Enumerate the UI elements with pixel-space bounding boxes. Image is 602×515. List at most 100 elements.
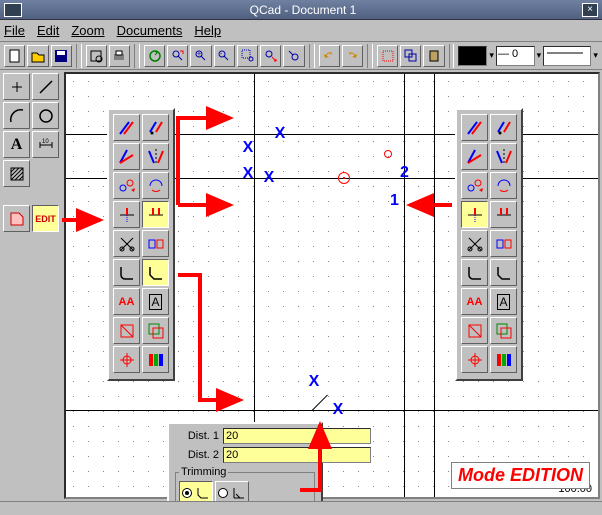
mode-edition-label: Mode EDITION xyxy=(451,462,590,489)
print-button[interactable] xyxy=(109,45,130,67)
edit-delete-button[interactable] xyxy=(113,317,140,344)
zoom-auto-button[interactable] xyxy=(167,45,188,67)
edit-delete-button[interactable] xyxy=(461,317,488,344)
edit-stretch-button[interactable] xyxy=(490,230,517,257)
target-circle-small-icon xyxy=(384,150,392,158)
tool-edit-mode[interactable]: EDIT xyxy=(32,205,59,232)
edit-layer-button[interactable] xyxy=(142,317,169,344)
menu-bar: File Edit Zoom Documents Help xyxy=(0,20,602,42)
edit-cut-button[interactable] xyxy=(113,230,140,257)
edit-rotate-button[interactable] xyxy=(490,114,517,141)
dist2-label: Dist. 2 xyxy=(175,449,219,461)
edit-zero-button[interactable] xyxy=(113,346,140,373)
x-marker: X xyxy=(333,401,344,419)
linetype-arrow-icon[interactable]: ▾ xyxy=(593,50,598,61)
dist1-label: Dist. 1 xyxy=(175,430,219,442)
edit-stretch-button[interactable] xyxy=(142,230,169,257)
edit-scale-button[interactable] xyxy=(113,143,140,170)
tool-line[interactable] xyxy=(32,73,59,100)
edit-round-button[interactable] xyxy=(461,259,488,286)
edit-attributes-button[interactable] xyxy=(142,346,169,373)
zoom-out-button[interactable]: - xyxy=(214,45,235,67)
toolbar-separator xyxy=(367,44,373,68)
clipboard-cut-button[interactable] xyxy=(377,45,398,67)
edit-rotate-button[interactable] xyxy=(142,114,169,141)
app-window: QCad - Document 1 × File Edit Zoom Docum… xyxy=(0,0,602,515)
edit-cut-button[interactable] xyxy=(461,230,488,257)
open-file-button[interactable] xyxy=(27,45,48,67)
edit-move-button[interactable] xyxy=(461,114,488,141)
trimming-legend: Trimming xyxy=(179,466,228,478)
menu-edit[interactable]: Edit xyxy=(37,23,59,38)
close-button[interactable]: × xyxy=(582,3,598,17)
window-title: QCad - Document 1 xyxy=(26,3,580,17)
edit-trim2-button[interactable] xyxy=(490,201,517,228)
edit-text-button[interactable]: AA xyxy=(461,288,488,315)
edit-rot2-button[interactable] xyxy=(490,172,517,199)
toolbar-separator xyxy=(134,44,140,68)
system-menu-icon[interactable] xyxy=(4,3,22,17)
drawing-vertical-line xyxy=(434,74,435,497)
zoom-previous-button[interactable] xyxy=(283,45,304,67)
edit-zero-button[interactable] xyxy=(461,346,488,373)
print-preview-button[interactable] xyxy=(86,45,107,67)
menu-file[interactable]: File xyxy=(4,23,25,38)
svg-text:10: 10 xyxy=(42,139,49,145)
edit-tools-palette-left[interactable]: AAA xyxy=(107,108,175,381)
color-selector[interactable] xyxy=(458,46,487,66)
linew-arrow-icon[interactable]: ▾ xyxy=(537,50,542,61)
dist2-input[interactable] xyxy=(223,447,371,463)
clipboard-paste-button[interactable] xyxy=(423,45,444,67)
target-circle-icon xyxy=(338,172,350,184)
edit-move-button[interactable] xyxy=(113,114,140,141)
x-marker: X xyxy=(264,169,275,187)
left-toolbox: A 10 EDIT xyxy=(0,70,62,515)
work-area: A 10 EDIT X X X xyxy=(0,70,602,515)
tool-tag[interactable] xyxy=(3,205,30,232)
menu-zoom[interactable]: Zoom xyxy=(71,23,104,38)
new-file-button[interactable] xyxy=(4,45,25,67)
redo-button[interactable] xyxy=(342,45,363,67)
edit-scale-button[interactable] xyxy=(461,143,488,170)
tool-hatch[interactable] xyxy=(3,160,30,187)
edit-moverot-button[interactable] xyxy=(113,172,140,199)
title-bar: QCad - Document 1 × xyxy=(0,0,602,20)
edit-mirror-button[interactable] xyxy=(490,143,517,170)
edit-layer-button[interactable] xyxy=(490,317,517,344)
x-marker: X xyxy=(309,373,320,391)
tool-dimension[interactable]: 10 xyxy=(32,131,59,158)
tool-point[interactable] xyxy=(3,73,30,100)
tool-text[interactable]: A xyxy=(3,131,30,158)
dist1-input[interactable] xyxy=(223,428,371,444)
undo-button[interactable] xyxy=(319,45,340,67)
tool-arc[interactable] xyxy=(3,102,30,129)
edit-trim-button[interactable] xyxy=(113,201,140,228)
edit-trim2-button[interactable] xyxy=(142,201,169,228)
redraw-button[interactable] xyxy=(144,45,165,67)
x-marker: X xyxy=(243,139,254,157)
edit-trim-button[interactable] xyxy=(461,201,488,228)
menu-documents[interactable]: Documents xyxy=(117,23,183,38)
menu-help[interactable]: Help xyxy=(194,23,221,38)
edit-text-button[interactable]: AA xyxy=(113,288,140,315)
edit-moverot-button[interactable] xyxy=(461,172,488,199)
edit-textbox-button[interactable]: A xyxy=(490,288,517,315)
edit-bevel-button[interactable] xyxy=(142,259,169,286)
edit-mirror-button[interactable] xyxy=(142,143,169,170)
zoom-window-button[interactable] xyxy=(237,45,258,67)
linewidth-selector[interactable]: — 0 xyxy=(496,46,535,66)
edit-textbox-button[interactable]: A xyxy=(142,288,169,315)
clipboard-copy-button[interactable] xyxy=(400,45,421,67)
edit-rot2-button[interactable] xyxy=(142,172,169,199)
linetype-selector[interactable] xyxy=(543,46,591,66)
tool-circle[interactable] xyxy=(32,102,59,129)
zoom-pan-button[interactable] xyxy=(260,45,281,67)
point-label-2: 2 xyxy=(400,164,409,182)
edit-round-button[interactable] xyxy=(113,259,140,286)
save-file-button[interactable] xyxy=(51,45,72,67)
edit-bevel-button[interactable] xyxy=(490,259,517,286)
edit-tools-palette-right[interactable]: AAA xyxy=(455,108,523,381)
edit-attributes-button[interactable] xyxy=(490,346,517,373)
zoom-in-button[interactable]: + xyxy=(190,45,211,67)
colorsel-arrow-icon[interactable]: ▾ xyxy=(489,50,494,61)
